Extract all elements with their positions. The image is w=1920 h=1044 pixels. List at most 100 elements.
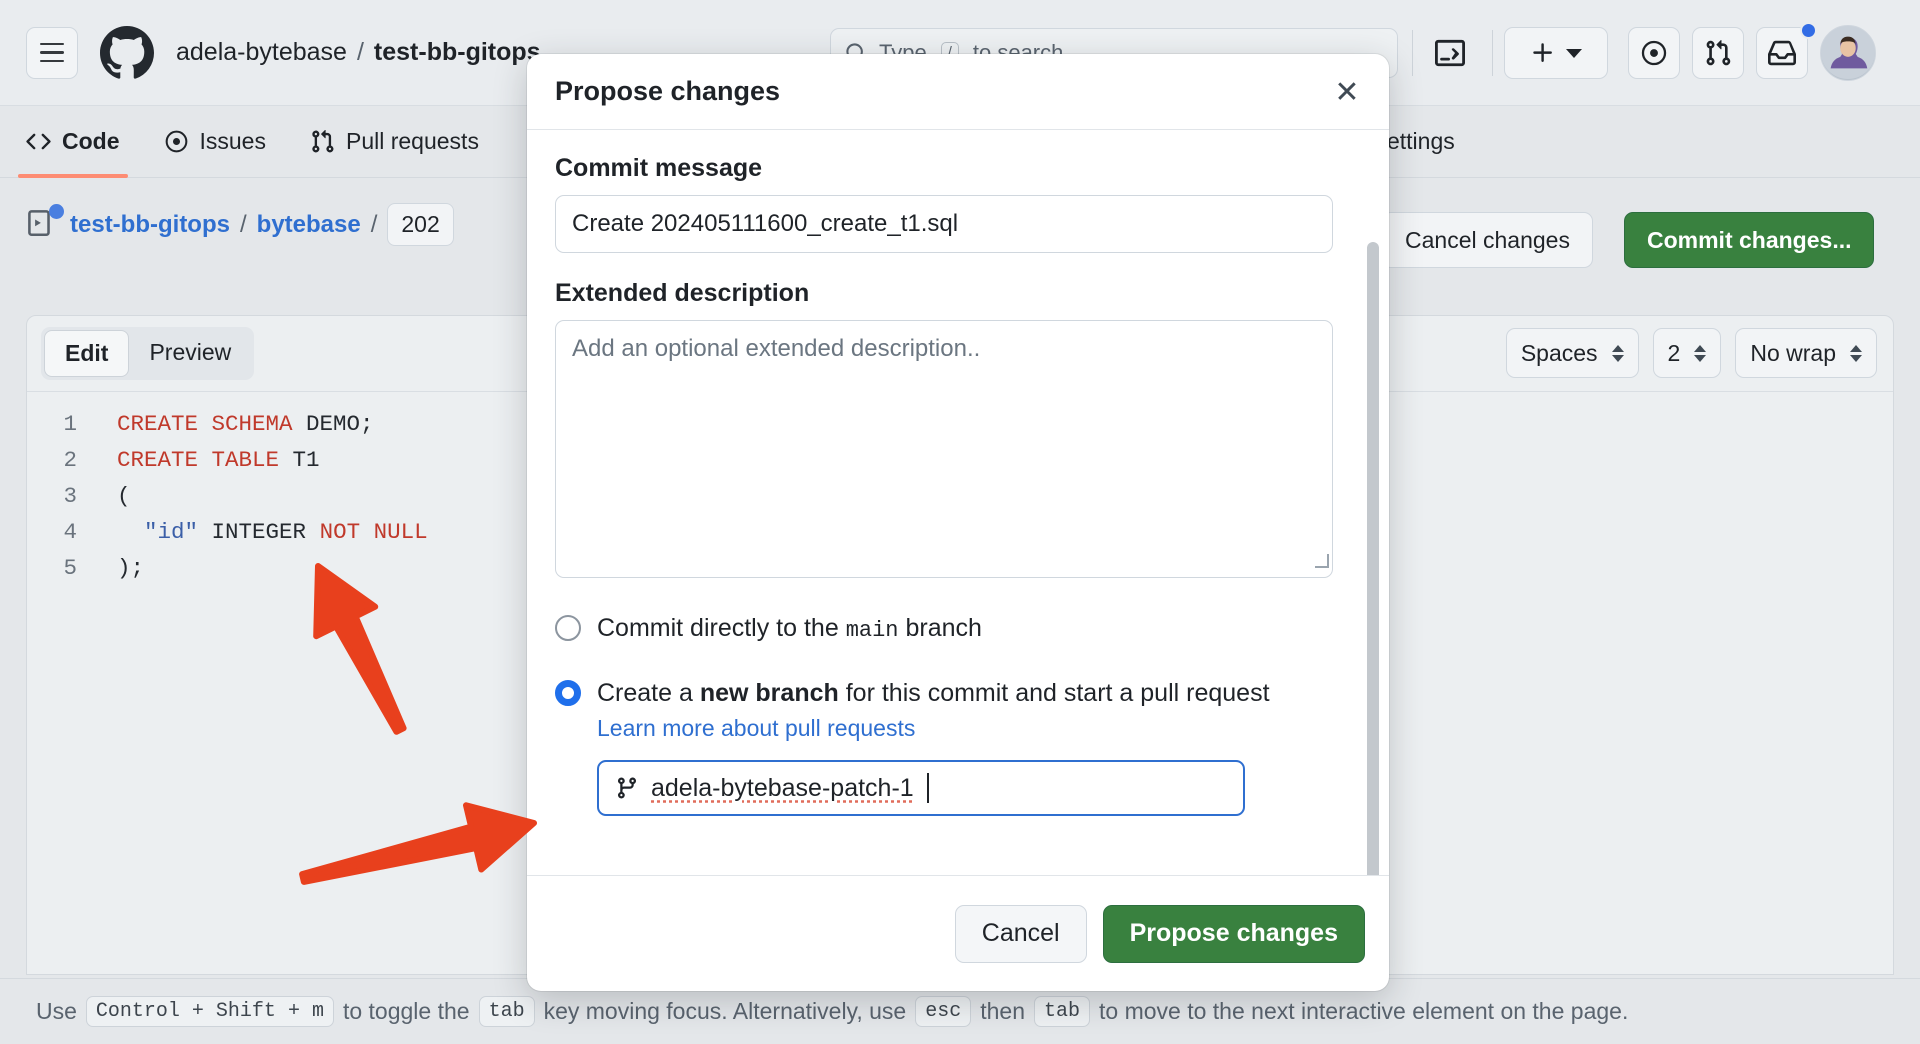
dialog-header: Propose changes ✕ [527,54,1389,130]
extended-description-textarea[interactable] [555,320,1333,578]
tab-issues-label: Issues [199,128,266,154]
code-token: CREATE TABLE [117,447,280,473]
code-token: "id" [144,519,199,545]
direct-prefix: Commit directly to the [597,614,839,642]
propose-changes-button[interactable]: Propose changes [1102,904,1365,963]
header-divider [1412,30,1413,76]
line-number-gutter: 1 2 3 4 5 [27,406,93,586]
indent-size-select[interactable]: 2 [1652,328,1722,378]
breadcrumb: test-bb-gitops / bytebase / 202 [26,203,454,246]
code-token: ( [117,483,131,509]
scrollbar-thumb[interactable] [1367,242,1379,875]
tab-preview[interactable]: Preview [129,330,251,377]
breadcrumb-folder-link[interactable]: bytebase [257,211,361,239]
header-divider-2 [1492,30,1493,76]
code-line[interactable]: CREATE SCHEMA DEMO; [117,406,428,442]
issue-opened-icon [1641,40,1667,66]
code-token: NOT NULL [319,519,428,545]
status-mid-3: then [980,998,1025,1024]
status-use-label: Use [36,998,77,1024]
breadcrumb-repo[interactable]: test-bb-gitops [374,38,541,67]
header-breadcrumb: adela-bytebase / test-bb-gitops [176,38,541,67]
dialog-scrollbar[interactable] [1367,242,1379,875]
line-number: 3 [63,483,77,509]
avatar[interactable] [1820,25,1876,81]
commit-option-direct[interactable]: Commit directly to the main branch [555,611,1361,648]
indent-mode-value: Spaces [1520,339,1598,366]
issues-button[interactable] [1628,27,1680,79]
text-cursor [926,773,929,803]
code-token: ); [117,555,145,581]
breadcrumb-slash-2: / [370,210,378,238]
breadcrumb-owner[interactable]: adela-bytebase [176,38,347,67]
dialog-title: Propose changes [555,76,781,106]
code-line[interactable]: CREATE TABLE T1 [117,442,428,478]
repository-file-icon [26,203,64,242]
tab-pull-requests[interactable]: Pull requests [310,106,479,178]
unsaved-changes-dot [49,203,64,219]
cancel-button[interactable]: Cancel [954,904,1087,963]
learn-more-link[interactable]: Learn more about pull requests [597,715,1361,742]
indent-mode-select[interactable]: Spaces [1505,328,1639,378]
code-token: INTEGER [198,519,320,545]
direct-suffix: branch [905,614,982,642]
tab-pull-requests-label: Pull requests [345,128,479,154]
chevron-updown-icon [1850,344,1862,362]
extended-description-label: Extended description [555,279,810,307]
pull-request-icon [1706,40,1731,66]
commit-message-input[interactable] [555,195,1333,253]
branch-name-input[interactable]: adela-bytebase-patch-1 [597,760,1245,816]
inbox-icon [1768,40,1796,66]
line-number: 1 [63,411,77,437]
terminal-icon[interactable] [1424,28,1476,78]
pull-requests-button[interactable] [1692,27,1744,79]
cancel-changes-button[interactable]: Cancel changes [1382,212,1593,268]
code-token: T1 [279,447,320,473]
radio-commit-directly-label: Commit directly to the main branch [597,611,982,648]
status-mid-4: to move to the next interactive element … [1099,998,1629,1024]
resize-grip-icon[interactable] [1315,554,1329,568]
branch-icon [617,777,636,799]
code-line[interactable]: ( [117,478,428,514]
commit-option-new-branch[interactable]: Create a new branch for this commit and … [555,676,1361,710]
tab-issues[interactable]: Issues [164,106,266,178]
breadcrumb-repo-link[interactable]: test-bb-gitops [70,211,230,239]
code-content[interactable]: CREATE SCHEMA DEMO; CREATE TABLE T1( "id"… [93,406,428,586]
radio-commit-directly[interactable] [555,615,581,641]
code-line[interactable]: ); [117,550,428,586]
hamburger-menu-icon[interactable] [26,26,78,79]
commit-changes-button[interactable]: Commit changes... [1624,212,1875,268]
branch-name-value: adela-bytebase-patch-1 [651,773,914,802]
line-number: 5 [63,555,77,581]
github-logo-icon[interactable] [100,25,154,80]
filename-input[interactable]: 202 [387,203,454,246]
indent-size-value: 2 [1667,339,1681,366]
tab-edit[interactable]: Edit [44,330,130,377]
direct-branch-name: main [845,618,899,643]
tab-code-label: Code [62,128,120,154]
pull-request-icon [312,129,334,153]
dialog-body: Commit message Extended description Comm… [527,130,1389,875]
wrap-mode-value: No wrap [1750,339,1836,366]
create-new-button[interactable] [1504,27,1608,79]
code-line[interactable]: "id" INTEGER NOT NULL [117,514,428,550]
newbranch-bold: new branch [699,679,839,707]
breadcrumb-slash-1: / [239,210,247,238]
newbranch-prefix: Create a [597,679,693,707]
radio-create-new-branch[interactable] [555,680,581,706]
breadcrumb-separator: / [356,38,364,66]
kbd-tab-b: tab [1034,996,1091,1027]
notification-badge [1800,22,1817,39]
issue-opened-icon [165,130,187,153]
code-icon [26,133,51,150]
github-page: adela-bytebase / test-bb-gitops Type / t… [0,0,1920,1044]
kbd-tab-a: tab [478,996,535,1027]
editor-mode-tabs: Edit Preview [41,327,255,380]
dialog-footer: Cancel Propose changes [527,875,1389,991]
close-icon[interactable]: ✕ [1327,72,1367,112]
tab-code[interactable]: Code [18,106,127,178]
wrap-mode-select[interactable]: No wrap [1735,328,1877,378]
kbd-control-shift-m: Control + Shift + m [85,996,334,1027]
newbranch-suffix: for this commit and start a pull request [845,679,1270,707]
